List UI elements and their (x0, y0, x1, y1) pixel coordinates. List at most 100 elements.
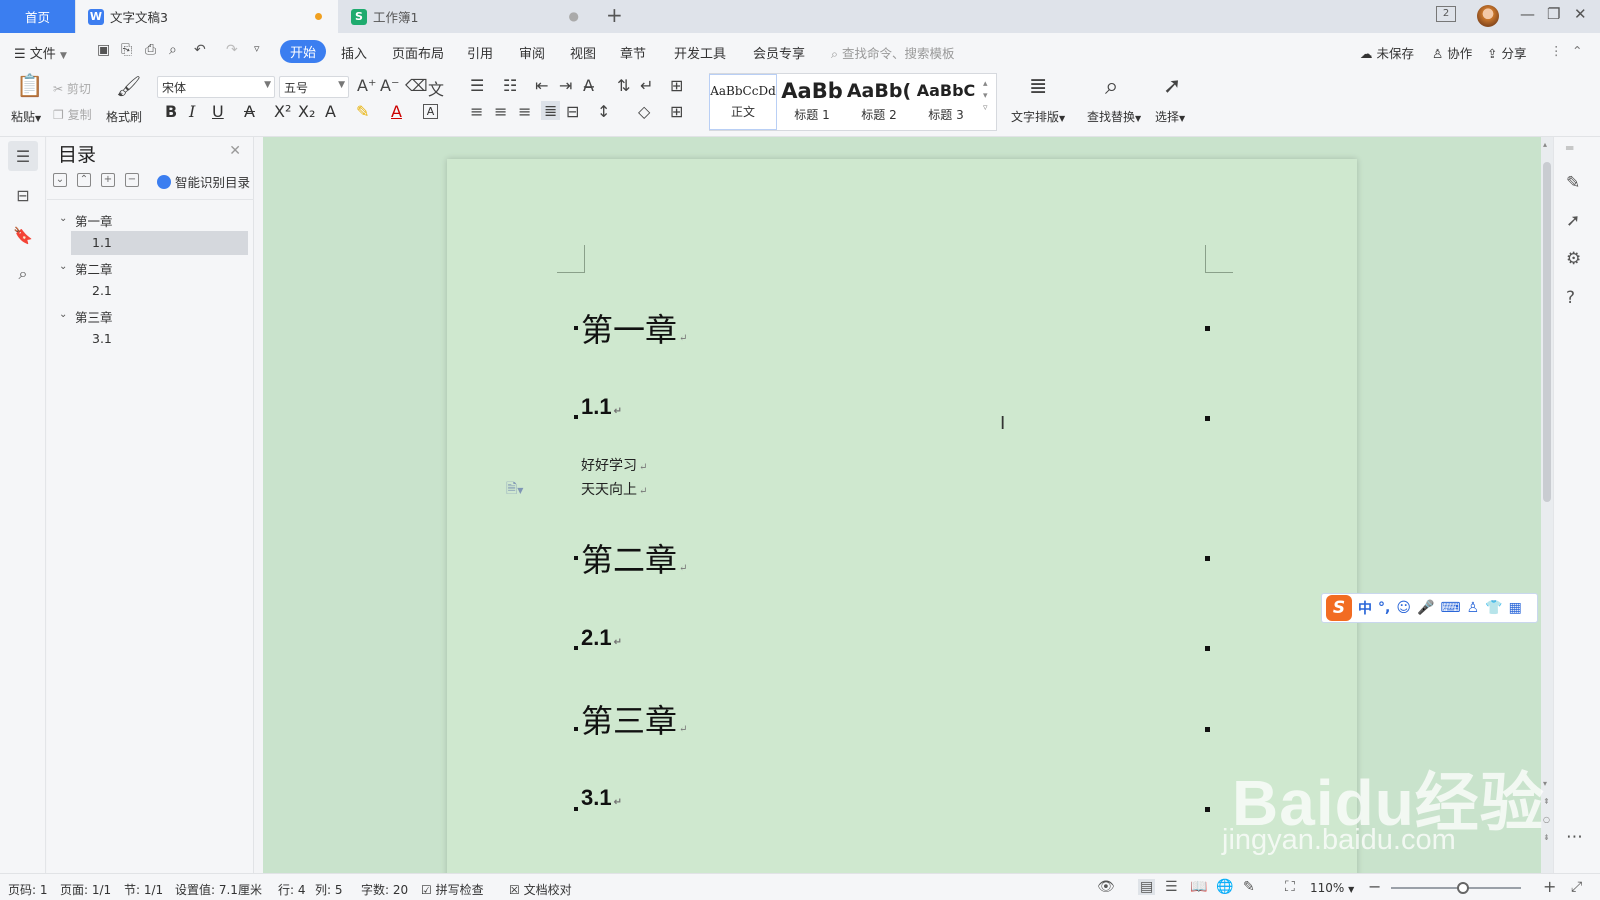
expand-all-icon[interactable]: ⌃ (77, 173, 91, 187)
heading-chapter-2[interactable]: 第二章 ↵ (581, 535, 687, 581)
decrease-indent-icon[interactable]: ⇤ (535, 76, 548, 95)
show-marks-icon[interactable]: ↵ (640, 76, 653, 95)
undo-icon[interactable]: ↶ (194, 42, 206, 58)
align-right-icon[interactable]: ≡ (518, 102, 531, 121)
menu-review[interactable]: 审阅 (519, 43, 545, 62)
avatar[interactable] (1477, 5, 1499, 27)
prev-page-icon[interactable]: ⇞ (1543, 797, 1550, 806)
customize-toolbar-icon[interactable]: ▿ (254, 42, 260, 55)
collapse-ribbon-icon[interactable]: ⌃ (1572, 43, 1582, 58)
export-icon[interactable]: ⎘ (121, 42, 132, 58)
menu-membership[interactable]: 会员专享 (753, 43, 805, 62)
reading-view-icon[interactable]: 📖 (1190, 879, 1207, 895)
strikethrough-icon[interactable]: A (244, 102, 255, 121)
proofread-button[interactable]: ☒ 文档校对 (509, 881, 572, 898)
toolbox-icon[interactable]: ▦ (1509, 600, 1522, 616)
heading-section-3-1[interactable]: 3.1 ↵ (581, 785, 622, 811)
numbering-icon[interactable]: ☷ (503, 76, 517, 95)
print-preview-icon[interactable]: ⌕ (169, 42, 177, 58)
outline-icon[interactable]: ☰ (8, 141, 38, 171)
fullscreen-icon[interactable]: ⤢ (1571, 879, 1582, 895)
row-indicator[interactable]: 行: 4 (278, 881, 306, 898)
scroll-up-icon[interactable]: ▴ (1543, 140, 1547, 149)
toc-item[interactable]: 3.1 (92, 331, 112, 346)
scroll-thumb[interactable] (1543, 162, 1551, 502)
share-button[interactable]: ⇪ 分享 (1487, 43, 1526, 62)
column-indicator[interactable]: 列: 5 (315, 881, 343, 898)
chevron-down-icon[interactable]: ⌄ (59, 261, 67, 272)
close-icon[interactable]: ● (569, 9, 579, 23)
toc-item[interactable]: 1.1 (92, 235, 112, 250)
vertical-scrollbar[interactable]: ▴ ▾ ⇞ ○ ⇟ (1541, 137, 1553, 873)
menu-references[interactable]: 引用 (467, 43, 493, 62)
format-painter-icon[interactable]: 🖌 (116, 74, 141, 98)
justify-icon[interactable]: ≣ (541, 101, 561, 120)
align-center-icon[interactable]: ≡ (494, 102, 507, 121)
zoom-out-icon[interactable]: − (1368, 877, 1381, 896)
next-page-icon[interactable]: ⇟ (1543, 833, 1550, 842)
page-count[interactable]: 页面: 1/1 (60, 881, 111, 898)
tab-home[interactable]: 首页 (0, 0, 75, 33)
help-icon[interactable]: ? (1566, 288, 1575, 308)
chevron-down-icon[interactable]: ⌄ (59, 213, 67, 224)
heading-chapter-1[interactable]: 第一章 ↵ (581, 305, 687, 351)
emoji-icon[interactable]: ☺ (1396, 600, 1411, 616)
add-entry-icon[interactable]: + (101, 173, 115, 187)
search-icon[interactable]: ⌕ (1105, 72, 1118, 100)
body-paragraph[interactable]: 好好学习 ↵ (581, 455, 647, 475)
web-view-icon[interactable]: 🌐 (1216, 879, 1233, 895)
settings-sliders-icon[interactable]: ⚙ (1566, 249, 1581, 269)
heading-section-2-1[interactable]: 2.1 ↵ (581, 625, 622, 651)
input-method-toolbar[interactable]: S 中 °, ☺ 🎤 ⌨ ♙ 👕 ▦ (1321, 593, 1538, 623)
text-effect-icon[interactable]: A (325, 102, 336, 121)
print-icon[interactable]: ⎙ (145, 42, 156, 58)
skin-icon[interactable]: 👕 (1485, 600, 1502, 616)
ime-language-toggle[interactable]: 中 (1358, 598, 1372, 618)
menu-view[interactable]: 视图 (570, 43, 596, 62)
style-gallery-scroll[interactable]: ▴ ▾ ▿ (983, 78, 988, 114)
bullets-icon[interactable]: ☰ (470, 76, 484, 95)
italic-icon[interactable]: I (189, 102, 195, 121)
redo-icon[interactable]: ↷ (226, 42, 238, 58)
shrink-font-icon[interactable]: A⁻ (380, 76, 399, 95)
microphone-icon[interactable]: 🎤 (1417, 600, 1434, 616)
new-tab-button[interactable]: + (606, 3, 623, 27)
chapter-nav-icon[interactable]: ⊟ (8, 180, 38, 210)
zoom-slider-thumb[interactable] (1456, 882, 1469, 894)
restore-icon[interactable]: ❐ (1547, 5, 1560, 23)
sort-icon[interactable]: ⇅ (617, 76, 630, 95)
sogou-logo-icon[interactable]: S (1326, 595, 1352, 621)
menu-page-layout[interactable]: 页面布局 (392, 43, 444, 62)
search-icon[interactable]: ⌕ (8, 259, 38, 289)
style-heading-3[interactable]: AaBbC 标题 3 (913, 76, 979, 128)
tab-stops-icon[interactable]: ⊞ (670, 76, 683, 95)
window-count-icon[interactable]: 2 (1436, 6, 1456, 22)
select-browse-icon[interactable]: ○ (1543, 815, 1550, 824)
chinese-layout-icon[interactable]: A̶ (583, 76, 594, 95)
edit-icon[interactable]: ✎ (1566, 173, 1580, 193)
tab-document[interactable]: W 文字文稿3 (76, 0, 338, 33)
toc-item[interactable]: 第一章 (75, 211, 113, 230)
paste-button[interactable]: 粘贴▼ (11, 108, 41, 125)
cut-button[interactable]: ✂ 剪切 (53, 80, 91, 97)
page-number[interactable]: 页码: 1 (8, 881, 48, 898)
find-replace-button[interactable]: 查找替换▼ (1087, 108, 1141, 125)
scroll-down-icon[interactable]: ▾ (1543, 779, 1547, 788)
bookmark-icon[interactable]: 🔖 (8, 220, 38, 250)
smart-toc-button[interactable]: 智能识别目录 (157, 172, 250, 191)
save-icon[interactable]: ▣ (97, 42, 110, 58)
phonetic-guide-icon[interactable]: 文 (428, 76, 444, 100)
collapse-all-icon[interactable]: ⌄ (53, 173, 67, 187)
style-normal[interactable]: AaBbCcDd 正文 (709, 74, 777, 130)
section-count[interactable]: 节: 1/1 (124, 881, 163, 898)
keyboard-icon[interactable]: ⌨ (1440, 600, 1460, 616)
shading-icon[interactable]: ◇ (638, 102, 650, 121)
copy-button[interactable]: ❐ 复制 (53, 106, 92, 123)
collaborate-button[interactable]: ♙ 协作 (1432, 43, 1472, 62)
toc-item[interactable]: 第三章 (75, 307, 113, 326)
clear-format-icon[interactable]: ⌫ (405, 76, 428, 95)
zoom-in-icon[interactable]: + (1543, 877, 1556, 896)
page-view-icon[interactable]: ▤ (1138, 879, 1156, 895)
chevron-down-icon[interactable]: ⌄ (59, 309, 67, 320)
line-spacing-icon[interactable]: ↕ (597, 102, 610, 121)
